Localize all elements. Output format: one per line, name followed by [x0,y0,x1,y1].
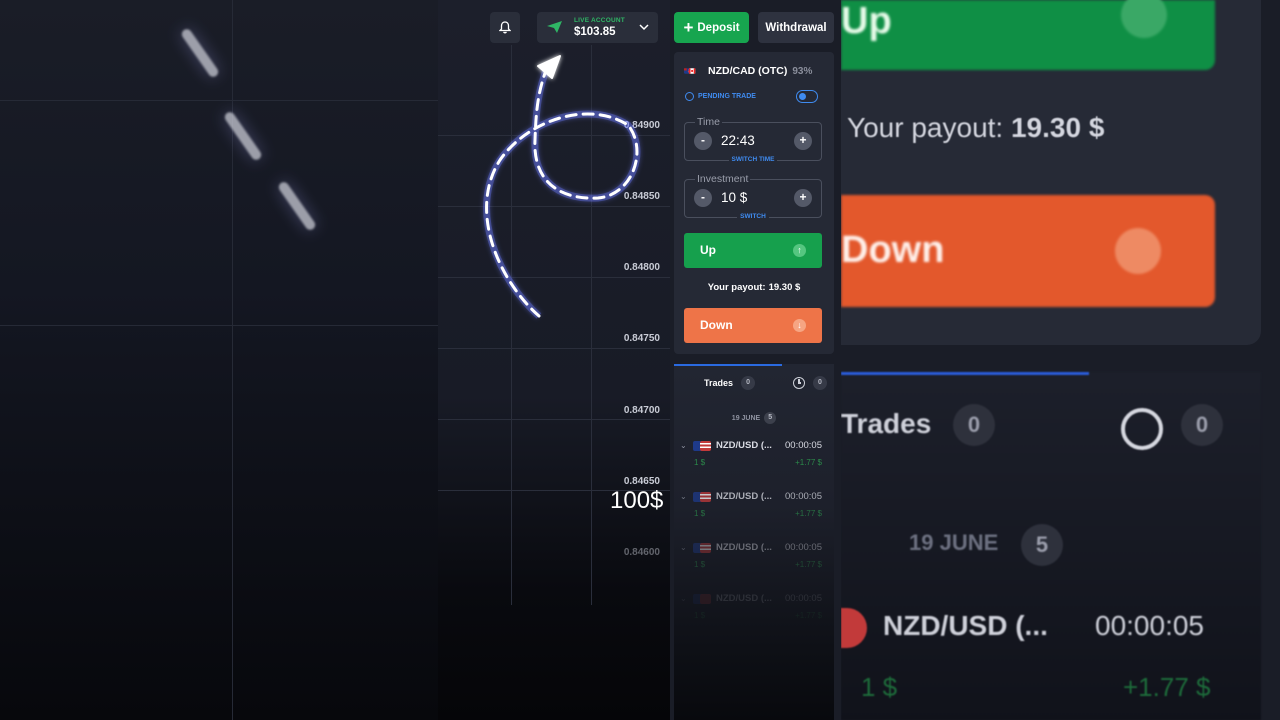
date-group-header: 19 JUNE 5 [674,412,834,424]
blurred-dash [179,27,221,79]
currency-pair-flags-icon [693,441,711,451]
currency-pair-flags-icon [693,543,711,553]
down-button[interactable]: Down ↓ [684,308,822,343]
paper-plane-icon [547,21,562,33]
blurred-dash [276,180,318,232]
currency-pair-flags-icon [693,492,711,502]
price-chart[interactable]: 0.84900 0.84850 0.84800 0.84750 0.84700 … [438,0,670,720]
active-tab-indicator [674,364,782,366]
trades-panel: Trades 0 0 19 JUNE 5 ⌄ NZD/USD (... 00:0… [674,364,834,720]
trade-list-item[interactable]: ⌄ NZD/USD (... 00:00:05 1 $ +1.77 $ [674,437,834,481]
chevron-down-icon: ⌄ [680,441,687,450]
currency-pair-flags-icon [693,594,711,604]
history-count-badge: 0 [813,376,827,390]
blurred-payout: Your payout: 19.30 $ [847,112,1105,143]
time-field: Time - 22:43 + SWITCH TIME [684,116,822,163]
bell-icon [499,21,511,34]
blurred-dash [222,110,264,162]
grid-line [0,100,438,101]
clock-icon [793,377,805,389]
blurred-trades: Trades 0 0 19 JUNE 5 NZD/USD (... 00:00:… [841,372,1261,720]
blurred-down-button: Down [841,195,1215,307]
y-tick: 0.84700 [623,405,660,416]
blurred-up-icon [1121,0,1167,38]
overlay-caption: 100$ [610,487,664,514]
tab-history[interactable]: 0 [793,376,827,390]
background-right: Up Your payout: 19.30 $ Down Trades 0 0 … [841,0,1280,720]
trading-app: 0.84900 0.84850 0.84800 0.84750 0.84700 … [438,0,841,720]
grid-line [438,419,670,420]
payout-display: Your payout: 19.30 $ [707,282,801,293]
blurred-clock-icon [1121,408,1163,450]
background-left [0,0,438,720]
switch-investment-link[interactable]: SWITCH [685,205,821,223]
arrow-down-icon: ↓ [793,319,806,332]
deposit-button[interactable]: + Deposit [674,12,749,43]
time-label: Time [695,116,722,128]
currency-pair-flags-icon [684,68,696,74]
date-count-badge: 5 [764,412,777,424]
plus-icon: + [683,17,694,37]
tab-trades[interactable]: Trades 0 [704,376,756,390]
pending-trade-row: PENDING TRADE [685,92,756,101]
trades-count-badge: 0 [741,376,756,390]
grid-line [232,0,233,720]
top-bar: LIVE ACCOUNT $103.85 + Deposit Withdrawa… [438,0,841,54]
y-tick: 0.84600 [623,547,660,558]
grid-line [438,348,670,349]
switch-time-link[interactable]: SWITCH TIME [685,148,821,166]
asset-name: NZD/CAD (OTC) [708,65,788,77]
asset-payout-percent: 93% [792,65,813,77]
withdrawal-button[interactable]: Withdrawal [758,12,834,43]
trade-list-item[interactable]: ⌄ NZD/USD (... 00:00:05 1 $ +1.77 $ [674,539,834,583]
asset-selector[interactable]: NZD/CAD (OTC) 93% [684,64,812,78]
blurred-up-button: Up [841,0,1215,70]
trade-list-item[interactable]: ⌄ NZD/USD (... 00:00:05 1 $ +1.77 $ [674,488,834,532]
notifications-button[interactable] [490,12,520,43]
blurred-flag-icon [841,608,867,648]
y-tick: 0.84650 [623,476,660,487]
investment-label: Investment [695,173,751,185]
chevron-down-icon: ⌄ [680,492,687,501]
time-input[interactable]: 22:43 [721,133,755,148]
pending-trade-toggle[interactable] [796,90,818,103]
investment-input[interactable]: 10 $ [721,190,747,205]
trade-list-item[interactable]: ⌄ NZD/USD (... 00:00:05 1 $ +1.77 $ [674,590,834,634]
investment-field: Investment - 10 $ + SWITCH [684,173,822,220]
up-button[interactable]: Up ↑ [684,233,822,268]
arrow-up-icon: ↑ [793,244,806,257]
chevron-down-icon: ⌄ [680,594,687,603]
account-selector[interactable]: LIVE ACCOUNT $103.85 [537,12,658,43]
account-type-label: LIVE ACCOUNT [574,17,625,24]
clock-icon [685,92,694,101]
grid-line [0,325,438,326]
chevron-down-icon: ⌄ [680,543,687,552]
blurred-down-icon [1115,228,1161,274]
chevron-down-icon [639,24,649,31]
trade-panel: NZD/CAD (OTC) 93% PENDING TRADE Time - 2… [674,52,834,354]
account-balance: $103.85 [574,26,616,38]
